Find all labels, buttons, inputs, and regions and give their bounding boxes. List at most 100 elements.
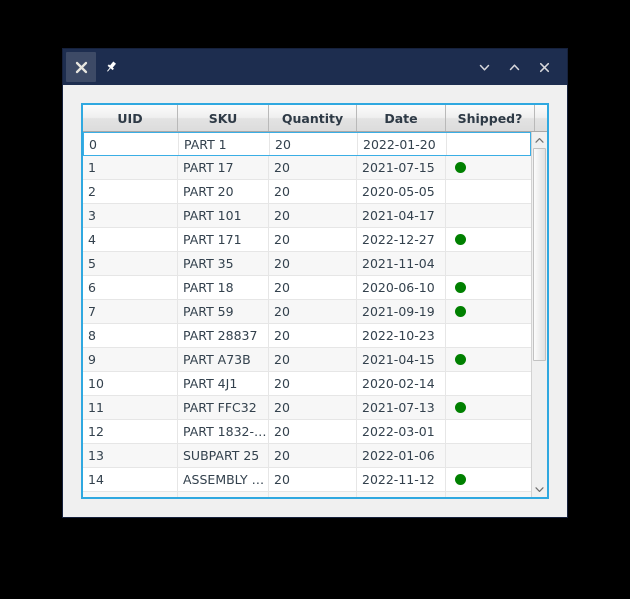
column-header-date[interactable]: Date (357, 105, 446, 131)
minimize-button[interactable] (469, 52, 499, 82)
table-row[interactable]: 5 PART 35 20 2021-11-04 (83, 252, 531, 276)
cell-sku: SUBPART 25 (178, 444, 269, 467)
shipped-status-dot (455, 162, 466, 173)
cell-quantity: 20 (269, 348, 357, 371)
cell-shipped (446, 252, 531, 275)
table-header-row: UID SKU Quantity Date Shipped? (83, 105, 547, 132)
chevron-up-icon (509, 63, 519, 70)
window-titlebar (63, 49, 567, 85)
cell-quantity: 20 (269, 372, 357, 395)
chevron-up-icon (535, 137, 544, 143)
table-row[interactable]: 2 PART 20 20 2020-05-05 (83, 180, 531, 204)
cell-uid: 6 (83, 276, 178, 299)
cell-sku: PART 4J1 (178, 372, 269, 395)
column-header-sku[interactable]: SKU (178, 105, 269, 131)
scrollbar-thumb[interactable] (533, 148, 546, 362)
cell-sku: PART 17 (178, 156, 269, 179)
cell-uid: 12 (83, 420, 178, 443)
cell-quantity: 20 (269, 156, 357, 179)
cell-shipped (446, 228, 531, 251)
cell-sku: PART 1832-… (178, 420, 269, 443)
cell-shipped (446, 300, 531, 323)
cell-uid: 0 (84, 133, 179, 155)
vertical-scrollbar[interactable] (531, 132, 547, 497)
table-row[interactable]: 8 PART 28837 20 2022-10-23 (83, 324, 531, 348)
pin-window-button[interactable] (96, 52, 126, 82)
cell-date: 2022-12-27 (357, 228, 446, 251)
cell-date: 2020-06-10 (357, 276, 446, 299)
cell-sku: PART 1 (179, 133, 270, 155)
screen: UID SKU Quantity Date Shipped? 0 PART 1 20… (0, 0, 630, 599)
cell-quantity: 20 (269, 180, 357, 203)
column-header-uid[interactable]: UID (83, 105, 178, 131)
cell-sku: PART FFC32 (178, 396, 269, 419)
table-row[interactable]: 0 PART 1 20 2022-01-20 (83, 132, 531, 156)
parts-table: UID SKU Quantity Date Shipped? 0 PART 1 20… (81, 103, 549, 499)
cell-date: 2021-07-13 (357, 396, 446, 419)
cell-sku: PART 9983 (178, 492, 269, 497)
table-row[interactable]: 1 PART 17 20 2021-07-15 (83, 156, 531, 180)
cell-quantity: 20 (269, 324, 357, 347)
table-row[interactable]: 10 PART 4J1 20 2020-02-14 (83, 372, 531, 396)
table-row[interactable]: 3 PART 101 20 2021-04-17 (83, 204, 531, 228)
column-header-quantity[interactable]: Quantity (269, 105, 357, 131)
shipped-status-dot (455, 402, 466, 413)
cell-date: 2021-07-15 (357, 156, 446, 179)
cell-shipped (446, 276, 531, 299)
table-body: 0 PART 1 20 2022-01-20 1 PART 17 20 2021-07-15 2… (83, 132, 531, 497)
table-row[interactable]: 12 PART 1832-… 20 2022-03-01 (83, 420, 531, 444)
cell-date: 2022-01-20 (358, 133, 447, 155)
cell-uid: 2 (83, 180, 178, 203)
chevron-down-icon (535, 486, 544, 492)
table-row[interactable]: 11 PART FFC32 20 2021-07-13 (83, 396, 531, 420)
cell-quantity: 20 (269, 468, 357, 491)
close-icon (75, 61, 87, 73)
cell-date: 2021-04-17 (357, 204, 446, 227)
table-row[interactable]: 6 PART 18 20 2020-06-10 (83, 276, 531, 300)
cell-date: 2020-02-14 (357, 372, 446, 395)
scroll-up-button[interactable] (532, 132, 547, 148)
cell-shipped (446, 444, 531, 467)
column-header-filler (535, 105, 547, 131)
cell-shipped (447, 133, 531, 155)
shipped-status-dot (455, 234, 466, 245)
table-row[interactable]: 15PART 9983202021-09-24 (83, 492, 531, 497)
cell-sku: PART 171 (178, 228, 269, 251)
cell-quantity: 20 (269, 276, 357, 299)
cell-quantity: 20 (269, 492, 357, 497)
shipped-status-dot (455, 282, 466, 293)
cell-uid: 3 (83, 204, 178, 227)
cell-uid: 1 (83, 156, 178, 179)
close-icon (539, 62, 549, 72)
cell-sku: PART 20 (178, 180, 269, 203)
table-row[interactable]: 14 ASSEMBLY … 20 2022-11-12 (83, 468, 531, 492)
cell-uid: 7 (83, 300, 178, 323)
table-row[interactable]: 7 PART 59 20 2021-09-19 (83, 300, 531, 324)
cell-uid: 8 (83, 324, 178, 347)
column-header-shipped[interactable]: Shipped? (446, 105, 535, 131)
cell-sku: ASSEMBLY … (178, 468, 269, 491)
cell-quantity: 20 (270, 133, 358, 155)
cell-quantity: 20 (269, 300, 357, 323)
scrollbar-track[interactable] (532, 148, 547, 481)
application-window: UID SKU Quantity Date Shipped? 0 PART 1 20… (62, 48, 568, 518)
table-row[interactable]: 4 PART 171 20 2022-12-27 (83, 228, 531, 252)
table-row[interactable]: 13 SUBPART 25 20 2022-01-06 (83, 444, 531, 468)
cell-shipped (446, 396, 531, 419)
cell-date: 2021-09-19 (357, 300, 446, 323)
cell-sku: PART 35 (178, 252, 269, 275)
cell-shipped (446, 420, 531, 443)
close-button-left[interactable] (66, 52, 96, 82)
close-button[interactable] (529, 52, 559, 82)
cell-uid: 5 (83, 252, 178, 275)
cell-shipped (446, 468, 531, 491)
maximize-button[interactable] (499, 52, 529, 82)
table-row[interactable]: 9 PART A73B 20 2021-04-15 (83, 348, 531, 372)
scroll-down-button[interactable] (532, 481, 547, 497)
cell-date: 2022-11-12 (357, 468, 446, 491)
cell-quantity: 20 (269, 444, 357, 467)
cell-uid: 9 (83, 348, 178, 371)
cell-date: 2022-03-01 (357, 420, 446, 443)
cell-quantity: 20 (269, 204, 357, 227)
titlebar-left-controls (63, 49, 126, 85)
